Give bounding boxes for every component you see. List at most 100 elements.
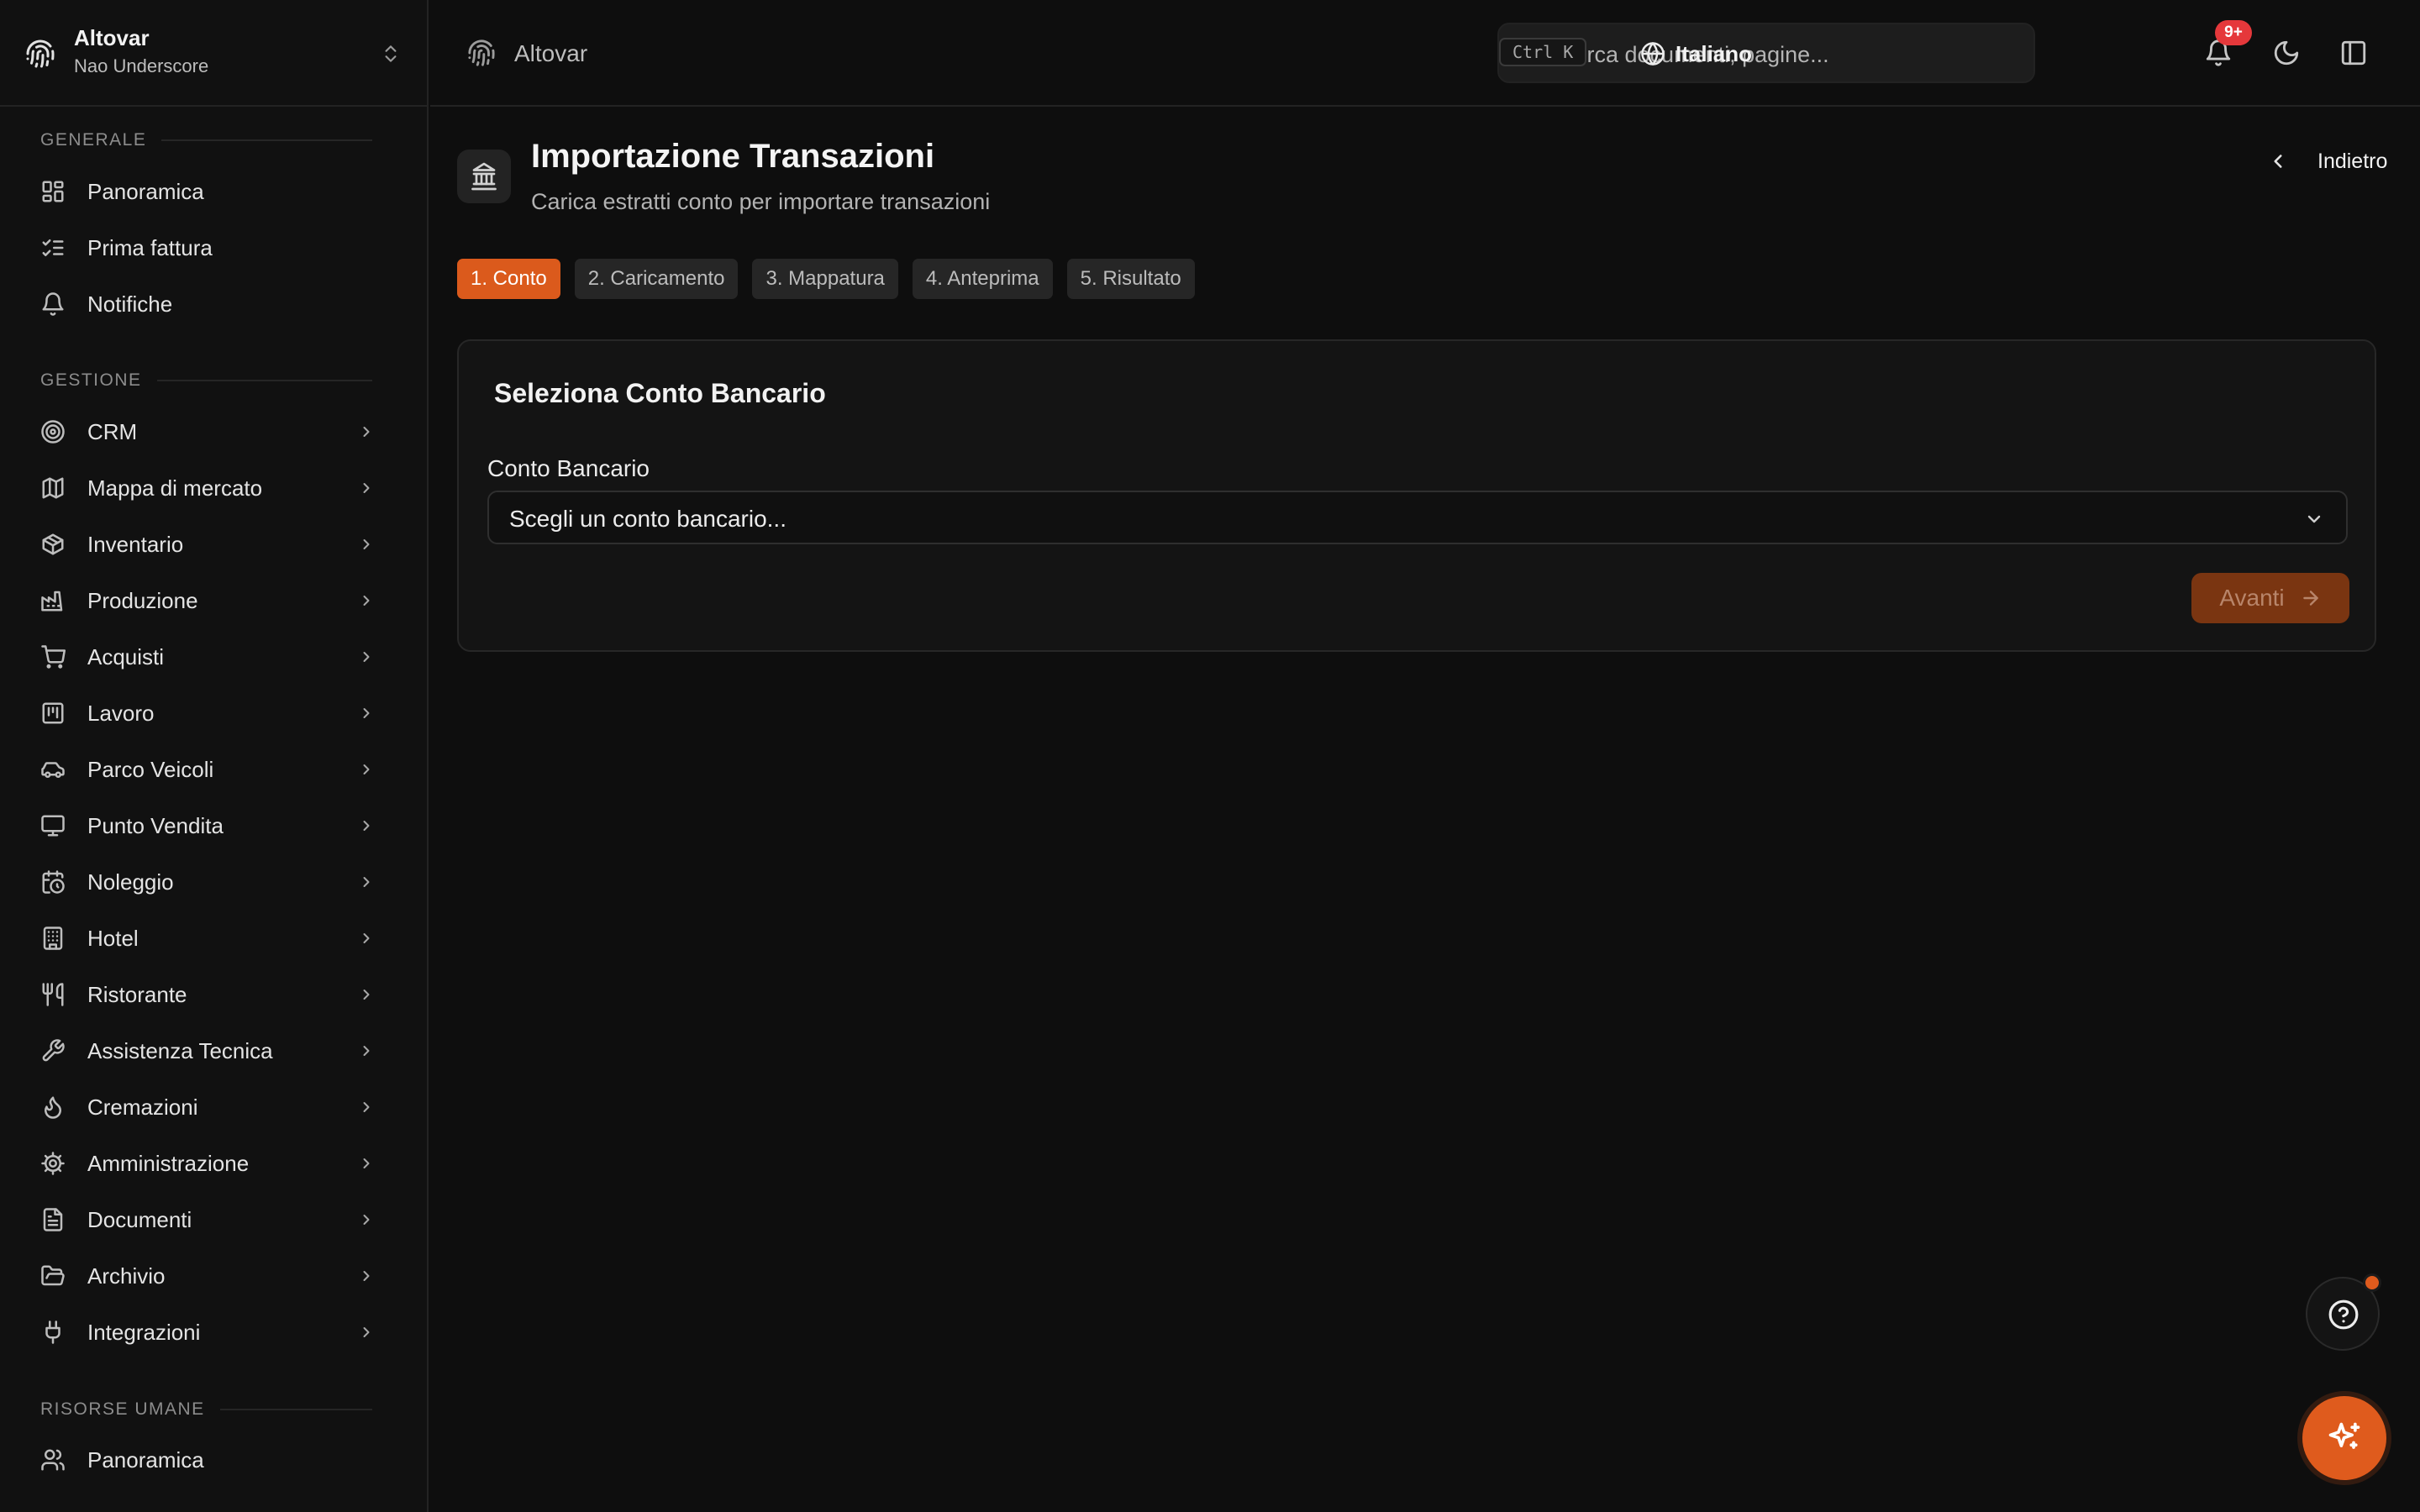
fingerprint-icon: [25, 39, 55, 69]
globe-icon: [1640, 41, 1665, 66]
chevron-right-icon: [358, 1211, 375, 1228]
sidebar-item-documenti[interactable]: Documenti: [40, 1196, 376, 1243]
sidebar-item-label: Prima fattura: [87, 234, 213, 260]
step-risultato[interactable]: 5. Risultato: [1066, 259, 1195, 299]
gear-icon: [40, 1151, 66, 1176]
chevron-left-icon: [2267, 150, 2289, 172]
sidebar-item-hotel[interactable]: Hotel: [40, 915, 376, 962]
sidebar-item-punto-vendita[interactable]: Punto Vendita: [40, 802, 376, 849]
bank-icon: [457, 150, 511, 203]
chevron-right-icon: [358, 648, 375, 665]
sidebar-item-hr-panoramica[interactable]: Panoramica: [40, 1436, 376, 1483]
sidebar-item-label: Amministrazione: [87, 1150, 250, 1176]
sidebar-item-amministrazione[interactable]: Amministrazione: [40, 1140, 376, 1187]
page-title: Importazione Transazioni: [531, 138, 935, 175]
step-mappatura[interactable]: 3. Mappatura: [752, 259, 898, 299]
sidebar-item-crm[interactable]: CRM: [40, 408, 376, 455]
section-label-risorse-umane: RISORSE UMANE: [40, 1399, 372, 1420]
theme-toggle-button[interactable]: [2272, 39, 2301, 67]
back-label: Indietro: [2317, 149, 2388, 173]
package-icon: [40, 532, 66, 557]
chevron-right-icon: [358, 930, 375, 947]
section-label-gestione: GESTIONE: [40, 370, 372, 391]
building-icon: [40, 926, 66, 951]
arrow-right-icon: [2300, 587, 2322, 609]
bank-account-select[interactable]: Scegli un conto bancario...: [487, 491, 2348, 544]
moon-icon: [2274, 40, 2299, 66]
next-label: Avanti: [2219, 585, 2285, 611]
top-bar: Altovar: [430, 0, 2420, 107]
sidebar-item-lavoro[interactable]: Lavoro: [40, 690, 376, 737]
sidebar-item-notifiche[interactable]: Notifiche: [40, 281, 376, 328]
sidebar-toggle-button[interactable]: [2339, 39, 2368, 67]
sidebar-item-label: Assistenza Tecnica: [87, 1037, 273, 1063]
sidebar-item-label: Ristorante: [87, 981, 187, 1007]
sidebar-item-ristorante[interactable]: Ristorante: [40, 971, 376, 1018]
sidebar-item-label: Punto Vendita: [87, 812, 224, 838]
sidebar-item-label: Cremazioni: [87, 1094, 198, 1120]
users-icon: [40, 1447, 66, 1473]
sidebar-item-label: Inventario: [87, 531, 184, 557]
workspace-user: Nao Underscore: [74, 55, 209, 76]
ai-assistant-button[interactable]: [2302, 1396, 2386, 1480]
map-icon: [40, 475, 66, 501]
chevron-right-icon: [358, 1268, 375, 1284]
sidebar-item-label: Acquisti: [87, 643, 165, 669]
chevron-right-icon: [358, 1042, 375, 1059]
sidebar-item-parco-veicoli[interactable]: Parco Veicoli: [40, 746, 376, 793]
chevron-down-icon: [2304, 509, 2324, 529]
chevron-right-icon: [358, 1099, 375, 1116]
sidebar-item-archivio[interactable]: Archivio: [40, 1252, 376, 1299]
workspace-switcher[interactable]: Altovar Nao Underscore: [0, 0, 427, 107]
sidebar-item-produzione[interactable]: Produzione: [40, 577, 376, 624]
sidebar-item-label: Parco Veicoli: [87, 756, 214, 782]
back-button[interactable]: Indietro: [2238, 144, 2387, 178]
search-shortcut: Ctrl K: [1499, 38, 1587, 66]
bank-account-card: Seleziona Conto Bancario Conto Bancario …: [457, 339, 2376, 652]
sidebar-item-inventario[interactable]: Inventario: [40, 521, 376, 568]
sidebar-item-label: Notifiche: [87, 291, 173, 317]
step-conto[interactable]: 1. Conto: [457, 259, 560, 299]
chevron-right-icon: [358, 480, 375, 496]
select-value: Scegli un conto bancario...: [509, 506, 786, 532]
file-icon: [40, 1207, 66, 1232]
sidebar-item-noleggio[interactable]: Noleggio: [40, 858, 376, 906]
panel-left-icon: [2341, 40, 2366, 66]
help-indicator-dot: [2363, 1273, 2381, 1292]
chevron-right-icon: [358, 761, 375, 778]
chevron-right-icon: [358, 1324, 375, 1341]
sidebar-item-assistenza-tecnica[interactable]: Assistenza Tecnica: [40, 1027, 376, 1074]
folder-open-icon: [40, 1263, 66, 1289]
sidebar-item-label: Mappa di mercato: [87, 475, 263, 501]
sidebar-item-acquisti[interactable]: Acquisti: [40, 633, 376, 680]
fingerprint-icon: [467, 39, 496, 67]
breadcrumb[interactable]: Altovar: [514, 40, 587, 67]
step-caricamento[interactable]: 2. Caricamento: [574, 259, 739, 299]
sidebar-item-prima-fattura[interactable]: Prima fattura: [40, 224, 376, 271]
chevron-right-icon: [358, 423, 375, 440]
sidebar-item-mappa-di-mercato[interactable]: Mappa di mercato: [40, 465, 376, 512]
card-title: Seleziona Conto Bancario: [494, 378, 826, 408]
wizard-steps: 1. Conto 2. Caricamento 3. Mappatura 4. …: [457, 259, 1195, 299]
sidebar-item-cremazioni[interactable]: Cremazioni: [40, 1084, 376, 1131]
sidebar-item-label: Produzione: [87, 587, 198, 613]
sidebar-item-label: CRM: [87, 418, 138, 444]
step-anteprima[interactable]: 4. Anteprima: [912, 259, 1053, 299]
factory-icon: [40, 588, 66, 613]
target-icon: [40, 419, 66, 444]
section-label-generale: GENERALE: [40, 130, 372, 150]
workspace-name: Altovar: [74, 25, 150, 50]
sidebar-item-label: Integrazioni: [87, 1319, 201, 1345]
sidebar-item-panoramica[interactable]: Panoramica: [40, 168, 376, 215]
help-circle-icon: [2328, 1299, 2360, 1331]
next-button[interactable]: Avanti: [2191, 573, 2349, 623]
sidebar: Altovar Nao Underscore GENERALE Panorami…: [0, 0, 429, 1512]
wrench-icon: [40, 1038, 66, 1063]
car-icon: [40, 757, 66, 782]
monitor-icon: [40, 813, 66, 838]
language-selector[interactable]: Italiano: [1630, 37, 1752, 71]
sidebar-item-label: Hotel: [87, 925, 139, 951]
sidebar-item-integrazioni[interactable]: Integrazioni: [40, 1309, 376, 1356]
sidebar-item-label: Panoramica: [87, 1446, 204, 1473]
language-label: Italiano: [1676, 40, 1753, 66]
